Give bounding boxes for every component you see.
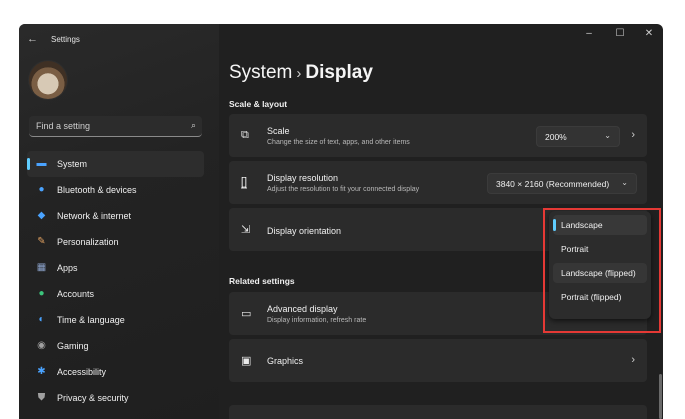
sidebar-item-label: Network & internet [57,211,132,221]
gamepad-icon: ◉ [37,340,46,351]
chevron-right-icon[interactable]: › [631,354,635,366]
bluetooth-icon: ● [38,184,45,195]
sidebar-item-gaming[interactable]: ◉ Gaming [27,333,204,359]
sidebar-item-label: Accounts [57,289,95,299]
setting-title: Display orientation [267,226,342,236]
sidebar-item-label: Gaming [57,341,89,351]
next-setting-card[interactable] [229,405,647,419]
resolution-value: 3840 × 2160 (Recommended) [496,179,610,189]
setting-title: Scale [267,126,290,136]
scrollbar[interactable] [659,374,662,419]
page-title: Display [305,62,373,83]
search-icon[interactable]: ⌕ [191,120,196,131]
setting-title: Advanced display [267,304,338,314]
sidebar-item-accessibility[interactable]: ✱ Accessibility [27,359,204,385]
breadcrumb: System › Display [229,62,373,84]
breadcrumb-parent[interactable]: System [229,62,292,83]
search-input[interactable]: Find a setting ⌕ [29,116,202,137]
resolution-icon: ⦋⦌ [241,176,248,188]
scale-icon: ⧉ [241,129,249,141]
graphics-setting[interactable]: ▣ Graphics › [229,339,647,382]
scale-value: 200% [545,132,567,142]
monitor-icon: ▭ [241,308,252,320]
sidebar-item-label: Bluetooth & devices [57,185,137,195]
sidebar-item-label: Apps [57,263,78,273]
sidebar-item-bluetooth[interactable]: ● Bluetooth & devices [27,177,204,203]
sidebar-item-label: Personalization [57,237,119,247]
graphics-icon: ▣ [241,355,252,367]
globe-clock-icon: ◐ [38,314,45,325]
search-placeholder: Find a setting [36,121,91,131]
active-indicator [27,158,30,170]
section-heading-scale-layout: Scale & layout [229,99,288,109]
scale-dropdown[interactable]: 200% ⌄ [536,126,620,147]
sidebar-item-network[interactable]: ◆ Network & internet [27,203,204,229]
setting-subtitle: Change the size of text, apps, and other… [267,139,410,146]
sidebar-item-label: Time & language [57,315,125,325]
sidebar-item-privacy[interactable]: ⛊ Privacy & security [27,385,204,411]
sidebar-nav: ▬ System ● Bluetooth & devices ◆ Network… [27,151,204,411]
sidebar-item-personalization[interactable]: ✎ Personalization [27,229,204,255]
orientation-icon: ⇲ [241,224,251,236]
annotation-highlight-box [543,208,661,333]
chevron-down-icon: ⌄ [604,131,611,140]
resolution-dropdown[interactable]: 3840 × 2160 (Recommended) ⌄ [487,173,637,194]
back-arrow-icon[interactable]: ← [27,33,38,45]
sidebar-item-time-language[interactable]: ◐ Time & language [27,307,204,333]
sidebar-item-system[interactable]: ▬ System [27,151,204,177]
setting-title: Graphics [267,356,304,366]
accessibility-icon: ✱ [37,366,46,377]
account-icon: ● [38,288,45,299]
sidebar-item-accounts[interactable]: ● Accounts [27,281,204,307]
chevron-down-icon: ⌄ [621,178,628,187]
scale-setting[interactable]: ⧉ Scale Change the size of text, apps, a… [229,114,647,157]
shield-icon: ⛊ [37,392,46,403]
brush-icon: ✎ [37,236,46,247]
setting-subtitle: Display information, refresh rate [267,317,367,324]
apps-icon: ▦ [36,262,47,273]
sidebar-item-apps[interactable]: ▦ Apps [27,255,204,281]
app-title: Settings [51,35,80,44]
sidebar-item-label: System [57,159,88,169]
sidebar-item-label: Privacy & security [57,393,129,403]
wifi-icon: ◆ [37,210,46,221]
chevron-right-icon[interactable]: › [631,129,635,141]
sidebar-item-label: Accessibility [57,367,107,377]
setting-subtitle: Adjust the resolution to fit your connec… [267,186,420,193]
section-heading-related: Related settings [229,276,295,286]
avatar[interactable] [29,61,67,99]
resolution-setting[interactable]: ⦋⦌ Display resolution Adjust the resolut… [229,161,647,204]
setting-title: Display resolution [267,173,339,183]
breadcrumb-separator: › [296,65,302,82]
monitor-icon: ▬ [36,158,47,169]
